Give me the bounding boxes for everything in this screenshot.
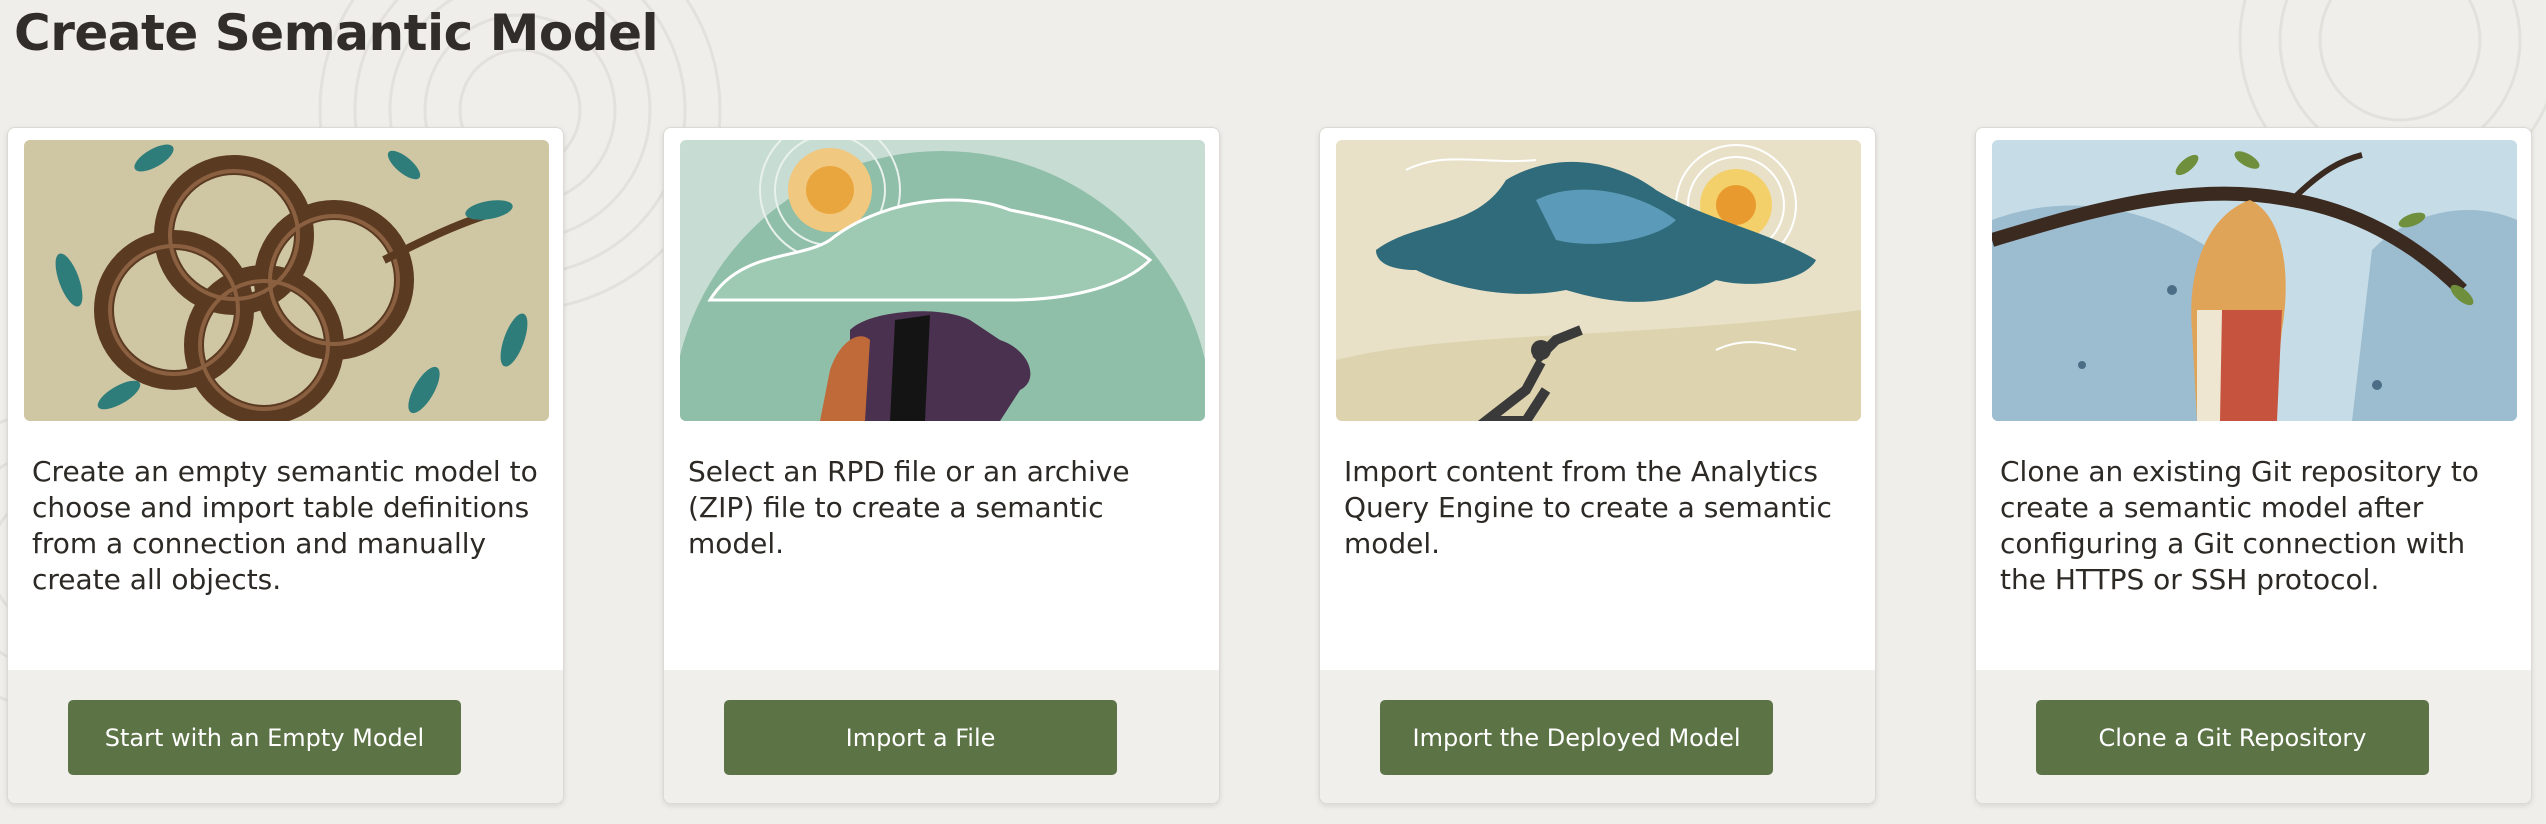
sun-cloud-head-illustration xyxy=(680,140,1205,421)
reaching-person-cloud-illustration xyxy=(1336,140,1861,421)
start-empty-model-button[interactable]: Start with an Empty Model xyxy=(68,700,461,775)
import-file-button[interactable]: Import a File xyxy=(724,700,1117,775)
card-clone-git: Clone an existing Git repository to crea… xyxy=(1975,127,2532,804)
card-description: Create an empty semantic model to choose… xyxy=(32,455,538,596)
clone-git-repository-button[interactable]: Clone a Git Repository xyxy=(2036,700,2429,775)
import-deployed-model-button[interactable]: Import the Deployed Model xyxy=(1380,700,1773,775)
branch-hive-illustration xyxy=(1992,140,2517,421)
card-illustration xyxy=(1992,140,2517,421)
card-empty-model: Create an empty semantic model to choose… xyxy=(7,127,564,804)
page-title: Create Semantic Model xyxy=(14,4,659,62)
card-footer: Start with an Empty Model xyxy=(8,670,563,803)
card-import-file: Select an RPD file or an archive (ZIP) f… xyxy=(663,127,1220,804)
card-import-deployed: Import content from the Analytics Query … xyxy=(1319,127,1876,804)
interlocking-rings-illustration xyxy=(24,140,549,421)
card-description: Import content from the Analytics Query … xyxy=(1344,455,1832,560)
card-illustration xyxy=(1336,140,1861,421)
card-illustration xyxy=(24,140,549,421)
card-description: Select an RPD file or an archive (ZIP) f… xyxy=(688,455,1130,560)
model-options: Create an empty semantic model to choose… xyxy=(7,127,2532,804)
card-footer: Import a File xyxy=(664,670,1219,803)
card-description: Clone an existing Git repository to crea… xyxy=(2000,455,2479,596)
card-illustration xyxy=(680,140,1205,421)
card-footer: Clone a Git Repository xyxy=(1976,670,2531,803)
card-footer: Import the Deployed Model xyxy=(1320,670,1875,803)
